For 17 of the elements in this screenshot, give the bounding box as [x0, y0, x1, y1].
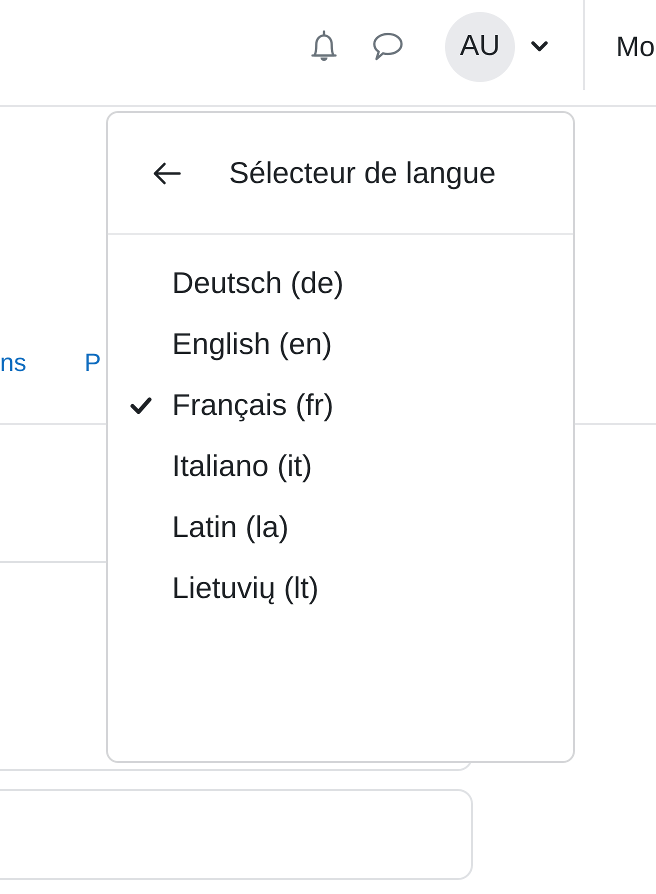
- language-option[interactable]: Italiano (it): [108, 436, 573, 497]
- language-option[interactable]: English (en): [108, 314, 573, 375]
- check-icon: [130, 397, 152, 414]
- language-option[interactable]: Deutsch (de): [108, 253, 573, 314]
- chat-bubble-icon[interactable]: [370, 32, 403, 61]
- user-avatar[interactable]: AU: [445, 12, 515, 82]
- notification-bell-icon[interactable]: [310, 30, 338, 63]
- navbar-text: Mo: [616, 30, 655, 64]
- menu-title: Sélecteur de langue: [229, 156, 496, 192]
- language-option[interactable]: Français (fr): [108, 375, 573, 436]
- nav-tab-link[interactable]: P: [84, 344, 102, 383]
- back-button[interactable]: [152, 162, 181, 184]
- nav-tab-link[interactable]: ns: [0, 344, 26, 383]
- caret-down-icon[interactable]: [531, 41, 548, 52]
- language-option[interactable]: Lietuvių (lt): [108, 558, 573, 619]
- language-option[interactable]: Latin (la): [108, 497, 573, 558]
- arrow-left-icon: [152, 162, 181, 184]
